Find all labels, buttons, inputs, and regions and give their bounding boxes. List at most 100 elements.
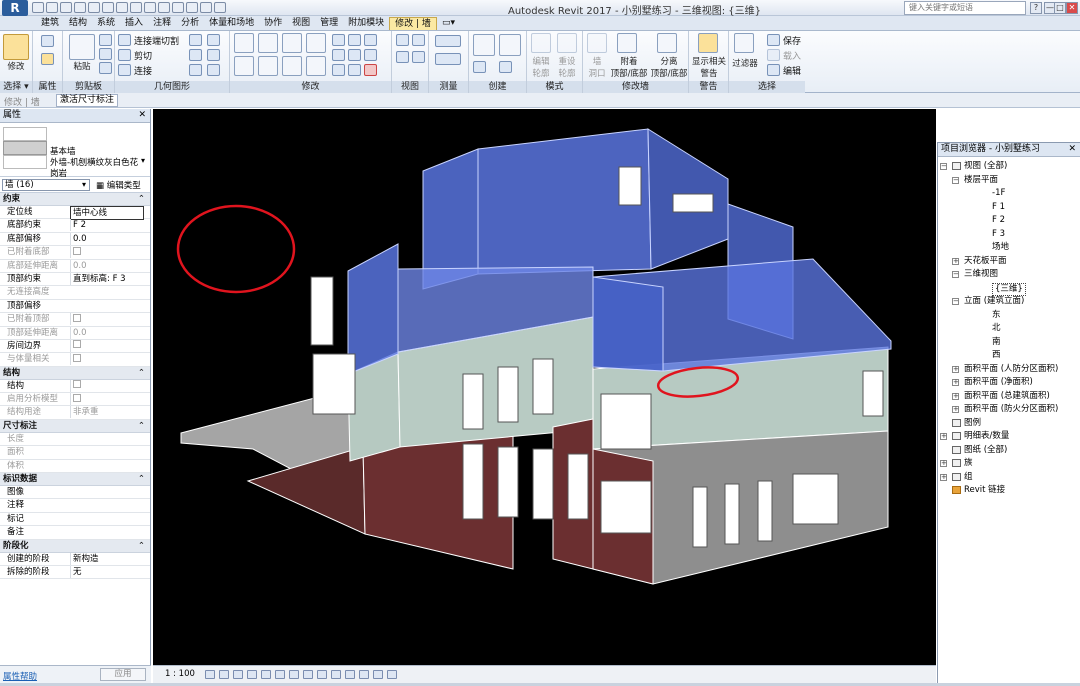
section-header[interactable]: 标识数据 ⌃ bbox=[0, 473, 150, 487]
array-icon[interactable] bbox=[332, 49, 345, 61]
save-selection-icon[interactable] bbox=[767, 34, 780, 46]
properties-icon[interactable] bbox=[41, 53, 54, 65]
property-value[interactable]: 墙中心线 bbox=[70, 206, 144, 220]
revit-logo-button[interactable]: R bbox=[2, 0, 28, 16]
collapse-icon[interactable]: − bbox=[952, 176, 959, 184]
modify-tool-button[interactable] bbox=[3, 34, 29, 60]
paint-icon[interactable] bbox=[207, 34, 220, 46]
cope-icon[interactable] bbox=[118, 34, 131, 46]
expand-icon[interactable]: + bbox=[940, 460, 947, 467]
reveal-hidden-icon[interactable] bbox=[331, 670, 341, 679]
edit-selection-label[interactable]: 编辑 bbox=[783, 64, 801, 77]
tab-insert[interactable]: 插入 bbox=[120, 16, 148, 30]
chevron-up-icon[interactable]: ⌃ bbox=[138, 193, 145, 205]
show-related-warnings-label[interactable]: 显示相关 警告 bbox=[689, 55, 729, 79]
visual-style-icon[interactable] bbox=[219, 670, 229, 679]
section-icon[interactable] bbox=[172, 2, 184, 13]
edit-selection-icon[interactable] bbox=[767, 64, 780, 76]
trim-extend-icon[interactable] bbox=[306, 56, 326, 76]
align-icon[interactable] bbox=[234, 33, 254, 53]
dimension-icon[interactable] bbox=[130, 2, 142, 13]
tree-item[interactable]: 场地 bbox=[992, 242, 1009, 253]
section-header[interactable]: 结构 ⌃ bbox=[0, 366, 150, 380]
tab-collaborate[interactable]: 协作 bbox=[259, 16, 287, 30]
create-assembly-icon[interactable] bbox=[473, 34, 495, 56]
wall-opening-icon[interactable] bbox=[587, 33, 607, 53]
cut-icon[interactable] bbox=[99, 34, 112, 46]
aligned-dimension-icon[interactable] bbox=[435, 53, 461, 65]
tree-item[interactable]: 面积平面 (总建筑面积) bbox=[964, 391, 1050, 402]
copy-icon[interactable] bbox=[99, 48, 112, 60]
split-icon[interactable] bbox=[332, 34, 345, 46]
tree-item[interactable]: Revit 链接 bbox=[964, 485, 1005, 496]
render-icon[interactable] bbox=[261, 670, 271, 679]
tab-addins[interactable]: 附加模块 bbox=[343, 16, 389, 30]
property-value[interactable]: 新构造 bbox=[70, 552, 144, 565]
tree-item[interactable]: 南 bbox=[992, 337, 1001, 348]
tree-item[interactable]: F 2 bbox=[992, 215, 1005, 226]
tree-item[interactable]: {三维} bbox=[992, 282, 1026, 296]
filter-icon[interactable] bbox=[734, 33, 754, 53]
help-button[interactable]: ? bbox=[1030, 2, 1042, 14]
3d-view-icon[interactable] bbox=[158, 2, 170, 13]
checkbox[interactable] bbox=[73, 340, 81, 349]
tree-item[interactable]: 东 bbox=[992, 310, 1001, 321]
property-value[interactable] bbox=[70, 339, 144, 352]
tree-item[interactable]: 视图 (全部) bbox=[964, 161, 1007, 172]
highlight-displacement-icon[interactable] bbox=[359, 670, 369, 679]
mirror-draw-icon[interactable] bbox=[306, 33, 326, 53]
rotate-icon[interactable] bbox=[282, 56, 302, 76]
tab-structure[interactable]: 结构 bbox=[64, 16, 92, 30]
text-icon[interactable] bbox=[144, 2, 156, 13]
pick-icon[interactable] bbox=[207, 64, 220, 76]
delete-icon[interactable] bbox=[364, 64, 377, 76]
paste-button[interactable] bbox=[69, 34, 95, 60]
tree-item[interactable]: 图纸 (全部) bbox=[964, 445, 1007, 456]
redo-icon[interactable] bbox=[88, 2, 100, 13]
create-similar-icon[interactable] bbox=[499, 61, 512, 73]
geometry-join-icon[interactable] bbox=[118, 64, 131, 76]
collapse-icon[interactable]: − bbox=[952, 271, 959, 278]
print-icon[interactable] bbox=[102, 2, 114, 13]
trim-single-icon[interactable] bbox=[332, 64, 345, 76]
tree-item[interactable]: 北 bbox=[992, 323, 1001, 334]
expand-icon[interactable]: + bbox=[952, 365, 959, 373]
tree-item[interactable]: 西 bbox=[992, 350, 1001, 361]
3d-view-canvas[interactable] bbox=[153, 109, 936, 665]
measure-icon[interactable] bbox=[116, 2, 128, 13]
expand-icon[interactable]: + bbox=[952, 392, 959, 400]
tab-architecture[interactable]: 建筑 bbox=[36, 16, 64, 30]
temporary-hide-isolate-icon[interactable] bbox=[317, 670, 327, 679]
chevron-up-icon[interactable]: ⌃ bbox=[138, 540, 145, 552]
create-parts-icon[interactable] bbox=[499, 34, 521, 56]
pin-icon[interactable] bbox=[364, 34, 377, 46]
properties-help-link[interactable]: 属性帮助 bbox=[3, 670, 37, 682]
tree-item[interactable]: 面积平面 (防火分区面积) bbox=[964, 404, 1058, 415]
close-hidden-icon[interactable] bbox=[200, 2, 212, 13]
chevron-up-icon[interactable]: ⌃ bbox=[138, 473, 145, 485]
edit-profile-icon[interactable] bbox=[531, 33, 551, 53]
geometry-cut-icon[interactable] bbox=[118, 49, 131, 61]
type-properties-icon[interactable] bbox=[41, 35, 54, 47]
mirror-axis-icon[interactable] bbox=[282, 33, 302, 53]
detach-top-base-label[interactable]: 分离 顶部/底部 bbox=[649, 55, 689, 79]
save-selection-label[interactable]: 保存 bbox=[783, 34, 801, 47]
section-header[interactable]: 约束 ⌃ bbox=[0, 193, 150, 206]
analytical-model-icon[interactable] bbox=[345, 670, 355, 679]
property-value[interactable]: 无 bbox=[70, 565, 144, 578]
expand-icon[interactable]: + bbox=[940, 473, 947, 481]
load-selection-icon[interactable] bbox=[767, 49, 780, 61]
chevron-up-icon[interactable]: ⌃ bbox=[138, 367, 145, 379]
expand-icon[interactable]: + bbox=[952, 406, 959, 413]
save-icon[interactable] bbox=[46, 2, 58, 13]
detach-top-base-icon[interactable] bbox=[657, 33, 677, 53]
group-label-select[interactable]: 选择 ▾ bbox=[0, 81, 32, 93]
tree-item[interactable]: 组 bbox=[964, 472, 973, 483]
tab-massing-site[interactable]: 体量和场地 bbox=[204, 16, 259, 30]
tab-annotate[interactable]: 注释 bbox=[148, 16, 176, 30]
instance-filter-select[interactable]: 墙 (16) bbox=[2, 179, 90, 191]
show-crop-icon[interactable] bbox=[289, 670, 299, 679]
reset-profile-icon[interactable] bbox=[557, 33, 577, 53]
maximize-button[interactable]: □ bbox=[1054, 2, 1066, 14]
geometry-join-label[interactable]: 连接 bbox=[134, 64, 152, 77]
